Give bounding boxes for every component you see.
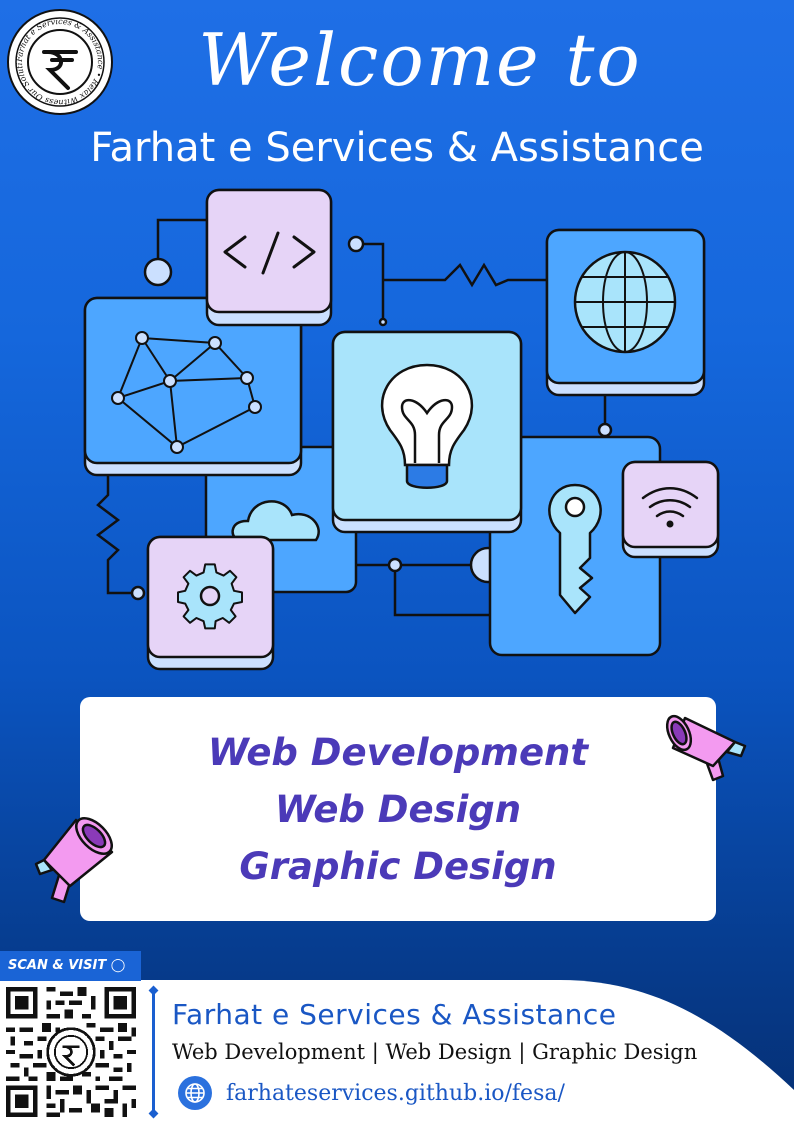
footer-divider	[152, 990, 155, 1114]
globe-icon: ◯	[110, 958, 126, 973]
qr-label: SCAN & VISIT ◯	[0, 951, 141, 981]
service-graphic-design: Graphic Design	[239, 844, 557, 888]
footer-website[interactable]: farhateservices.github.io/fesa/	[178, 1076, 565, 1110]
globe-icon	[178, 1076, 212, 1110]
qr-code[interactable]	[6, 987, 136, 1117]
service-web-development: Web Development	[207, 730, 589, 774]
welcome-heading: Welcome to	[198, 18, 642, 102]
qr-label-text: SCAN & VISIT	[8, 958, 107, 973]
megaphone-icon	[34, 817, 114, 904]
service-web-design: Web Design	[274, 787, 522, 831]
company-logo: Farhat e Services & Assistance • Relax W…	[6, 8, 113, 115]
megaphone-icon	[665, 714, 747, 782]
tech-illustration	[83, 188, 720, 671]
footer-services-line: Web Development | Web Design | Graphic D…	[172, 1040, 698, 1064]
services-card: Web Development Web Design Graphic Desig…	[80, 697, 716, 921]
brand-title: Farhat e Services & Assistance	[90, 125, 704, 171]
qr-card[interactable]: SCAN & VISIT ◯	[0, 951, 141, 1123]
footer-brand-name: Farhat e Services & Assistance	[172, 998, 617, 1031]
website-link[interactable]: farhateservices.github.io/fesa/	[226, 1081, 565, 1106]
